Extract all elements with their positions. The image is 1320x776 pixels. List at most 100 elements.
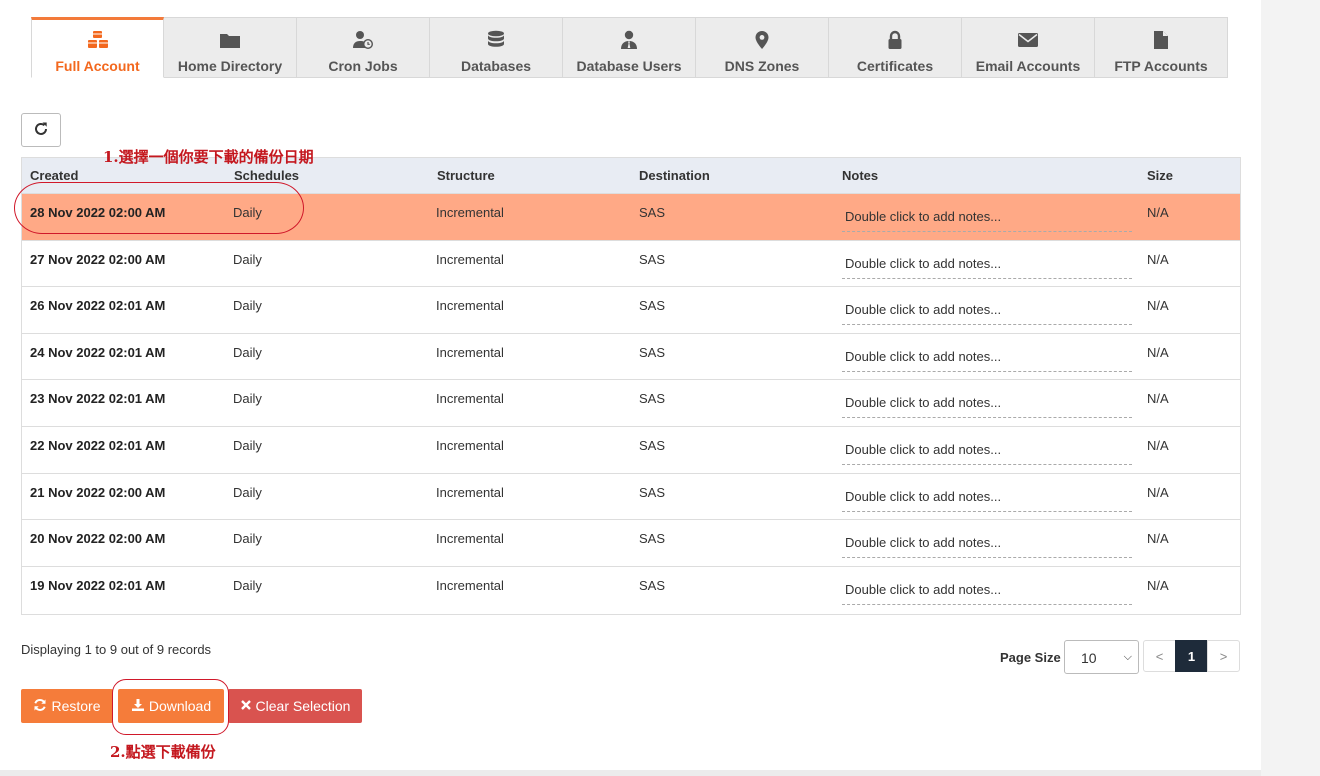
cell-schedule: Daily bbox=[233, 344, 262, 360]
notes-field[interactable]: Double click to add notes... bbox=[842, 207, 1132, 232]
clear-selection-button[interactable]: Clear Selection bbox=[228, 689, 362, 723]
cell-structure: Incremental bbox=[436, 298, 504, 314]
tab-ftp-accounts[interactable]: FTP Accounts bbox=[1095, 17, 1228, 78]
cell-destination: SAS bbox=[639, 484, 666, 500]
records-count: Displaying 1 to 9 out of 9 records bbox=[21, 642, 212, 657]
bottom-strip bbox=[0, 770, 1261, 776]
cell-destination: SAS bbox=[639, 344, 666, 360]
right-gutter bbox=[1261, 0, 1320, 776]
envelope-icon bbox=[1017, 30, 1039, 58]
column-header-destination[interactable]: Destination bbox=[639, 168, 710, 183]
tab-label: Certificates bbox=[856, 58, 934, 74]
pagination: < 1 > bbox=[1143, 640, 1240, 672]
cell-size: N/A bbox=[1147, 577, 1169, 593]
annotation-circle-download bbox=[112, 679, 229, 735]
table-row[interactable]: 26 Nov 2022 02:01 AM Daily Incremental S… bbox=[22, 287, 1240, 334]
close-icon bbox=[240, 698, 256, 714]
tab-label: Email Accounts bbox=[975, 58, 1081, 74]
notes-field[interactable]: Double click to add notes... bbox=[842, 533, 1132, 559]
cell-structure: Incremental bbox=[436, 577, 504, 593]
notes-field[interactable]: Double click to add notes... bbox=[842, 487, 1132, 512]
tab-database-users[interactable]: Database Users bbox=[563, 17, 696, 78]
cell-destination: SAS bbox=[639, 577, 666, 593]
cell-created: 27 Nov 2022 02:00 AM bbox=[30, 251, 166, 267]
notes-field[interactable]: Double click to add notes... bbox=[842, 300, 1132, 326]
cell-destination: SAS bbox=[639, 531, 666, 547]
cell-destination: SAS bbox=[639, 251, 666, 267]
page-size-value: 10 bbox=[1081, 650, 1097, 666]
folder-icon bbox=[219, 30, 241, 58]
tab-label: Cron Jobs bbox=[328, 58, 398, 74]
cell-structure: Incremental bbox=[436, 484, 504, 500]
cell-size: N/A bbox=[1147, 344, 1169, 360]
annotation-step-1: 1.選擇一個你要下載的備份日期 bbox=[103, 148, 314, 166]
table-row[interactable]: 20 Nov 2022 02:00 AM Daily Incremental S… bbox=[22, 520, 1240, 567]
table-body: 28 Nov 2022 02:00 AM Daily Incremental S… bbox=[22, 194, 1240, 614]
refresh-icon bbox=[33, 698, 51, 715]
cell-schedule: Daily bbox=[233, 531, 262, 547]
cell-structure: Incremental bbox=[436, 391, 504, 407]
cell-schedule: Daily bbox=[233, 251, 262, 267]
page-1-button[interactable]: 1 bbox=[1175, 640, 1208, 672]
cell-structure: Incremental bbox=[436, 531, 504, 547]
column-header-structure[interactable]: Structure bbox=[437, 168, 495, 183]
table-row[interactable]: 24 Nov 2022 02:01 AM Daily Incremental S… bbox=[22, 333, 1240, 381]
map-marker-icon bbox=[751, 30, 773, 58]
cell-structure: Incremental bbox=[436, 344, 504, 360]
cell-created: 24 Nov 2022 02:01 AM bbox=[30, 344, 166, 360]
column-header-schedules[interactable]: Schedules bbox=[234, 168, 299, 183]
tab-databases[interactable]: Databases bbox=[430, 17, 563, 78]
notes-field[interactable]: Double click to add notes... bbox=[842, 440, 1132, 465]
table-row[interactable]: 27 Nov 2022 02:00 AM Daily Incremental S… bbox=[22, 240, 1240, 288]
cell-structure: Incremental bbox=[436, 205, 504, 220]
column-header-size[interactable]: Size bbox=[1147, 168, 1173, 183]
table-row[interactable]: 19 Nov 2022 02:01 AM Daily Incremental S… bbox=[22, 566, 1240, 614]
tab-email-accounts[interactable]: Email Accounts bbox=[962, 17, 1095, 78]
tab-label: Full Account bbox=[55, 58, 140, 74]
file-icon bbox=[1150, 30, 1172, 58]
cell-size: N/A bbox=[1147, 531, 1169, 547]
tab-full-account[interactable]: Full Account bbox=[31, 17, 164, 78]
column-header-created[interactable]: Created bbox=[30, 168, 78, 183]
cell-created: 21 Nov 2022 02:00 AM bbox=[30, 484, 166, 500]
next-page-button[interactable]: > bbox=[1207, 640, 1240, 672]
chevron-down-icon: ⌵ bbox=[1123, 651, 1132, 663]
notes-field[interactable]: Double click to add notes... bbox=[842, 347, 1132, 372]
cell-created: 26 Nov 2022 02:01 AM bbox=[30, 298, 166, 314]
table-row[interactable]: 21 Nov 2022 02:00 AM Daily Incremental S… bbox=[22, 473, 1240, 521]
tab-label: Home Directory bbox=[177, 58, 283, 74]
tab-certificates[interactable]: Certificates bbox=[829, 17, 962, 78]
notes-field[interactable]: Double click to add notes... bbox=[842, 580, 1132, 605]
cell-destination: SAS bbox=[639, 391, 666, 407]
cell-size: N/A bbox=[1147, 437, 1169, 453]
cell-schedule: Daily bbox=[233, 298, 262, 314]
page-size-select[interactable]: 10 ⌵ bbox=[1064, 640, 1139, 674]
prev-page-button[interactable]: < bbox=[1143, 640, 1176, 672]
restore-label: Restore bbox=[51, 698, 101, 714]
annotation-circle-date bbox=[14, 182, 304, 234]
notes-field[interactable]: Double click to add notes... bbox=[842, 254, 1132, 279]
lock-icon bbox=[884, 30, 906, 58]
tab-label: Database Users bbox=[576, 58, 682, 74]
cell-size: N/A bbox=[1147, 298, 1169, 314]
notes-field[interactable]: Double click to add notes... bbox=[842, 393, 1132, 419]
cell-size: N/A bbox=[1147, 391, 1169, 407]
cell-created: 22 Nov 2022 02:01 AM bbox=[30, 437, 166, 453]
tab-label: Databases bbox=[460, 58, 532, 74]
table-row[interactable]: 23 Nov 2022 02:01 AM Daily Incremental S… bbox=[22, 380, 1240, 427]
tab-dns-zones[interactable]: DNS Zones bbox=[696, 17, 829, 78]
clear-selection-label: Clear Selection bbox=[255, 698, 351, 714]
tab-label: FTP Accounts bbox=[1114, 58, 1208, 74]
cell-schedule: Daily bbox=[233, 437, 262, 453]
cell-schedule: Daily bbox=[233, 577, 262, 593]
database-icon bbox=[485, 30, 507, 58]
tab-home-directory[interactable]: Home Directory bbox=[164, 17, 297, 78]
tab-cron-jobs[interactable]: Cron Jobs bbox=[297, 17, 430, 78]
refresh-button[interactable] bbox=[21, 113, 61, 147]
restore-button[interactable]: Restore bbox=[21, 689, 113, 723]
refresh-icon bbox=[33, 121, 49, 140]
user-clock-icon bbox=[352, 30, 374, 58]
cell-created: 19 Nov 2022 02:01 AM bbox=[30, 577, 166, 593]
table-row[interactable]: 22 Nov 2022 02:01 AM Daily Incremental S… bbox=[22, 426, 1240, 474]
column-header-notes[interactable]: Notes bbox=[842, 168, 878, 183]
